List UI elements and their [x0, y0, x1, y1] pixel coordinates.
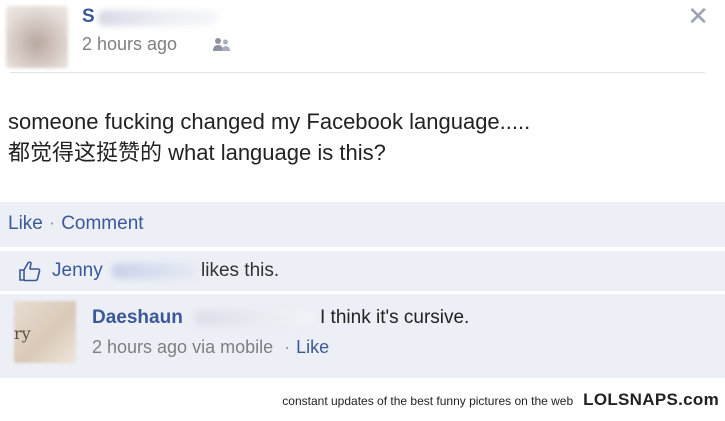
post-body: someone fucking changed my Facebook lang…	[8, 106, 708, 168]
watermark-tagline: constant updates of the best funny pictu…	[282, 394, 574, 408]
post-text-line-1: someone fucking changed my Facebook lang…	[8, 109, 531, 134]
comment-item: ry Daeshaun I think it's cursive. 2 hour…	[0, 294, 725, 378]
post-text-line-2: 都觉得这挺赞的 what language is this?	[8, 140, 386, 165]
commenter-name-redaction	[195, 310, 313, 326]
post-header: S 2 hours ago ✕	[0, 0, 725, 74]
close-icon[interactable]: ✕	[687, 2, 709, 32]
header-divider	[10, 72, 705, 73]
comment-meta: 2 hours ago via mobile · Like	[92, 337, 329, 358]
post-actions-bar: Like · Comment	[0, 202, 725, 247]
like-link[interactable]: Like	[8, 213, 43, 234]
comment-like-link[interactable]: Like	[296, 337, 329, 357]
author-avatar[interactable]	[6, 6, 68, 68]
author-name-redaction	[98, 10, 218, 26]
comment-meta-separator: ·	[284, 337, 291, 357]
likes-suffix-text: likes this.	[201, 260, 280, 281]
post-timestamp[interactable]: 2 hours ago	[82, 34, 177, 55]
watermark-footer: constant updates of the best funny pictu…	[282, 390, 719, 414]
comment-text: I think it's cursive.	[320, 307, 470, 328]
commenter-avatar-mark: ry	[14, 324, 31, 343]
friends-icon[interactable]	[212, 36, 232, 54]
watermark-brand: LOLSNAPS.com	[583, 390, 719, 409]
author-name[interactable]: S	[82, 6, 96, 28]
liker-name-redaction	[112, 263, 198, 279]
thumbs-up-icon	[19, 261, 41, 282]
liker-name-link[interactable]: Jenny	[52, 260, 103, 282]
comment-link[interactable]: Comment	[61, 213, 143, 234]
likes-summary: Jenny likes this.	[0, 251, 725, 291]
commenter-name-link[interactable]: Daeshaun	[92, 307, 183, 329]
action-separator: ·	[48, 213, 56, 234]
comment-timestamp[interactable]: 2 hours ago via mobile	[92, 337, 273, 357]
